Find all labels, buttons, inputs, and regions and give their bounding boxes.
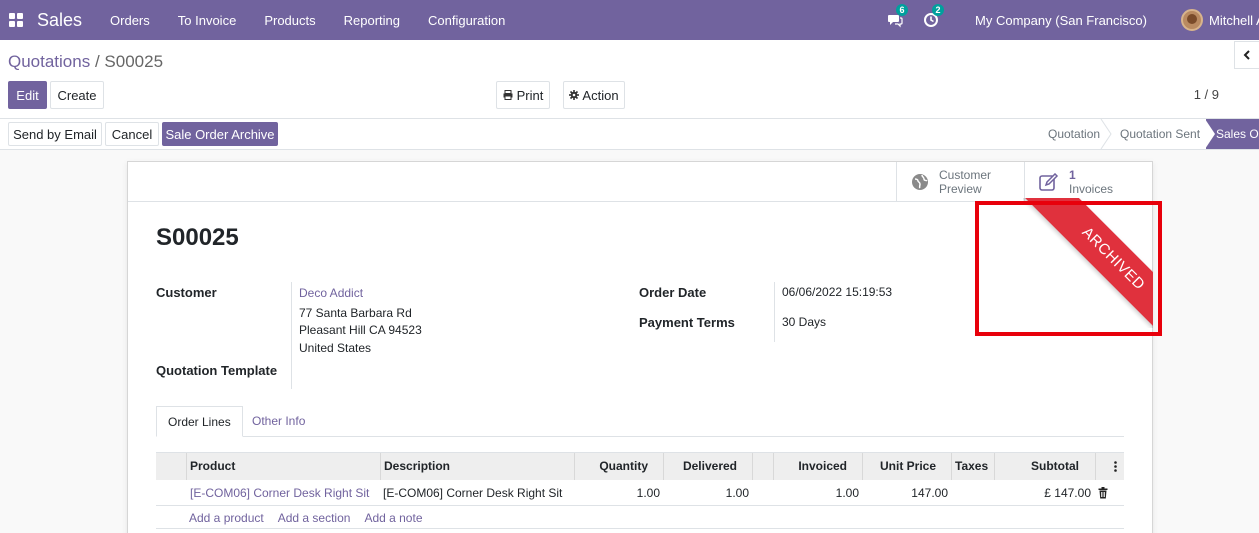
customer-name-link[interactable]: Deco Addict: [299, 286, 363, 300]
payment-terms-value[interactable]: 30 Days: [782, 315, 826, 329]
column-separator: [773, 453, 774, 480]
invoices-button[interactable]: 1 Invoices: [1024, 162, 1152, 202]
column-delivered[interactable]: Delivered: [666, 453, 737, 480]
breadcrumb: Quotations / S00025: [8, 52, 163, 72]
table-bottom-border: [156, 528, 1124, 529]
column-invoiced[interactable]: Invoiced: [776, 453, 847, 480]
smart-button-box: Customer Preview 1 Invoices: [128, 162, 1152, 202]
customer-preview-line2: Preview: [939, 182, 982, 196]
quotation-template-label: Quotation Template: [156, 363, 278, 378]
pager-previous-button[interactable]: [1234, 41, 1259, 69]
payment-terms-label: Payment Terms: [639, 315, 735, 330]
cancel-button[interactable]: Cancel: [105, 122, 159, 146]
breadcrumb-separator: /: [90, 52, 105, 71]
activities-clock-icon[interactable]: 2: [923, 4, 945, 28]
action-label: Action: [582, 87, 619, 103]
line-delivered[interactable]: 1.00: [666, 480, 749, 506]
breadcrumb-quotations[interactable]: Quotations: [8, 52, 90, 71]
customer-address-line2: Pleasant Hill CA 94523: [299, 323, 422, 337]
messages-badge: 6: [896, 4, 909, 16]
customer-label: Customer: [156, 285, 217, 300]
invoices-count: 1: [1069, 168, 1076, 182]
customer-address-line1: 77 Santa Barbara Rd: [299, 306, 412, 320]
column-separator: [1095, 453, 1096, 480]
customer-preview-button[interactable]: Customer Preview: [896, 162, 1025, 202]
column-separator: [186, 453, 187, 480]
top-navbar: Sales Orders To Invoice Products Reporti…: [0, 0, 1259, 40]
column-separator: [752, 453, 753, 480]
apps-menu-icon[interactable]: [9, 13, 23, 27]
column-description[interactable]: Description: [384, 453, 450, 480]
notebook-tabs: Order Lines Other Info: [156, 406, 1124, 437]
tab-other-info[interactable]: Other Info: [241, 406, 316, 437]
column-separator: [951, 453, 952, 480]
tab-order-lines[interactable]: Order Lines: [156, 406, 243, 437]
column-quantity[interactable]: Quantity: [576, 453, 648, 480]
column-separator: [994, 453, 995, 480]
add-note-link[interactable]: Add a note: [364, 511, 422, 525]
stage-quotation-sent[interactable]: Quotation Sent: [1108, 119, 1212, 149]
column-taxes[interactable]: Taxes: [955, 453, 988, 480]
trash-icon[interactable]: [1098, 487, 1108, 499]
add-section-link[interactable]: Add a section: [278, 511, 351, 525]
navbar-systray: 6 2 My Company (San Francisco) Mitchell …: [887, 0, 1259, 40]
column-unit-price[interactable]: Unit Price: [865, 453, 936, 480]
sale-order-archive-button[interactable]: Sale Order Archive: [162, 122, 278, 146]
order-name: S00025: [156, 224, 239, 251]
stage-sales-order-label: Sales Order: [1216, 127, 1259, 141]
field-separator: [291, 282, 292, 389]
line-unit-price[interactable]: 147.00: [865, 480, 948, 506]
breadcrumb-current: S00025: [104, 52, 164, 71]
create-button[interactable]: Create: [50, 81, 104, 109]
column-separator: [574, 453, 575, 480]
customer-address-line3: United States: [299, 341, 372, 355]
print-icon: [503, 90, 513, 100]
gear-icon: [569, 90, 580, 100]
invoices-label: Invoices: [1069, 182, 1114, 196]
column-separator: [663, 453, 664, 480]
status-bar: Send by Email Cancel Sale Order Archive …: [0, 119, 1259, 150]
add-product-link[interactable]: Add a product: [189, 511, 264, 525]
print-button[interactable]: Print: [496, 81, 550, 109]
column-separator: [380, 453, 381, 480]
line-description[interactable]: [E-COM06] Corner Desk Right Sit: [383, 480, 562, 506]
user-avatar[interactable]: [1181, 9, 1203, 31]
line-quantity[interactable]: 1.00: [576, 480, 660, 506]
optional-columns-icon[interactable]: [1114, 461, 1117, 472]
column-subtotal[interactable]: Subtotal: [997, 453, 1079, 480]
activities-badge: 2: [932, 4, 945, 16]
add-line-links: Add a product Add a section Add a note: [189, 511, 437, 525]
customer-preview-line1: Customer: [939, 168, 992, 182]
line-invoiced[interactable]: 1.00: [776, 480, 859, 506]
menu-products[interactable]: Products: [250, 13, 329, 28]
menu-reporting[interactable]: Reporting: [330, 13, 414, 28]
action-button[interactable]: Action: [563, 81, 625, 109]
send-by-email-button[interactable]: Send by Email: [8, 122, 102, 146]
pager-value[interactable]: 1 / 9: [1194, 87, 1219, 102]
company-switcher[interactable]: My Company (San Francisco): [975, 13, 1147, 28]
print-label: Print: [516, 87, 544, 103]
column-separator: [862, 453, 863, 480]
order-lines-header: Product Description Quantity Delivered I…: [156, 452, 1124, 480]
menu-configuration[interactable]: Configuration: [414, 13, 519, 28]
app-name[interactable]: Sales: [37, 10, 82, 31]
user-menu[interactable]: Mitchell Admin: [1209, 13, 1259, 28]
order-date-value[interactable]: 06/06/2022 15:19:53: [782, 285, 892, 299]
chevron-left-icon: [1243, 50, 1250, 60]
edit-invoice-icon: [1039, 173, 1059, 191]
table-row[interactable]: [E-COM06] Corner Desk Right Sit [E-COM06…: [156, 480, 1124, 506]
column-product[interactable]: Product: [190, 453, 235, 480]
stage-sales-order[interactable]: Sales Order: [1206, 119, 1259, 149]
menu-to-invoice[interactable]: To Invoice: [164, 13, 251, 28]
line-product[interactable]: [E-COM06] Corner Desk Right Sit: [190, 480, 369, 506]
line-subtotal: £ 147.00: [1044, 486, 1091, 500]
field-separator: [774, 282, 775, 342]
menu-orders[interactable]: Orders: [96, 13, 164, 28]
edit-button[interactable]: Edit: [8, 81, 47, 109]
order-date-label: Order Date: [639, 285, 707, 300]
control-panel: Quotations / S00025 Edit Create Print Ac…: [0, 40, 1259, 119]
messages-icon[interactable]: 6: [887, 4, 909, 28]
highlight-annotation-box: [975, 201, 1162, 336]
globe-icon: [912, 174, 928, 190]
